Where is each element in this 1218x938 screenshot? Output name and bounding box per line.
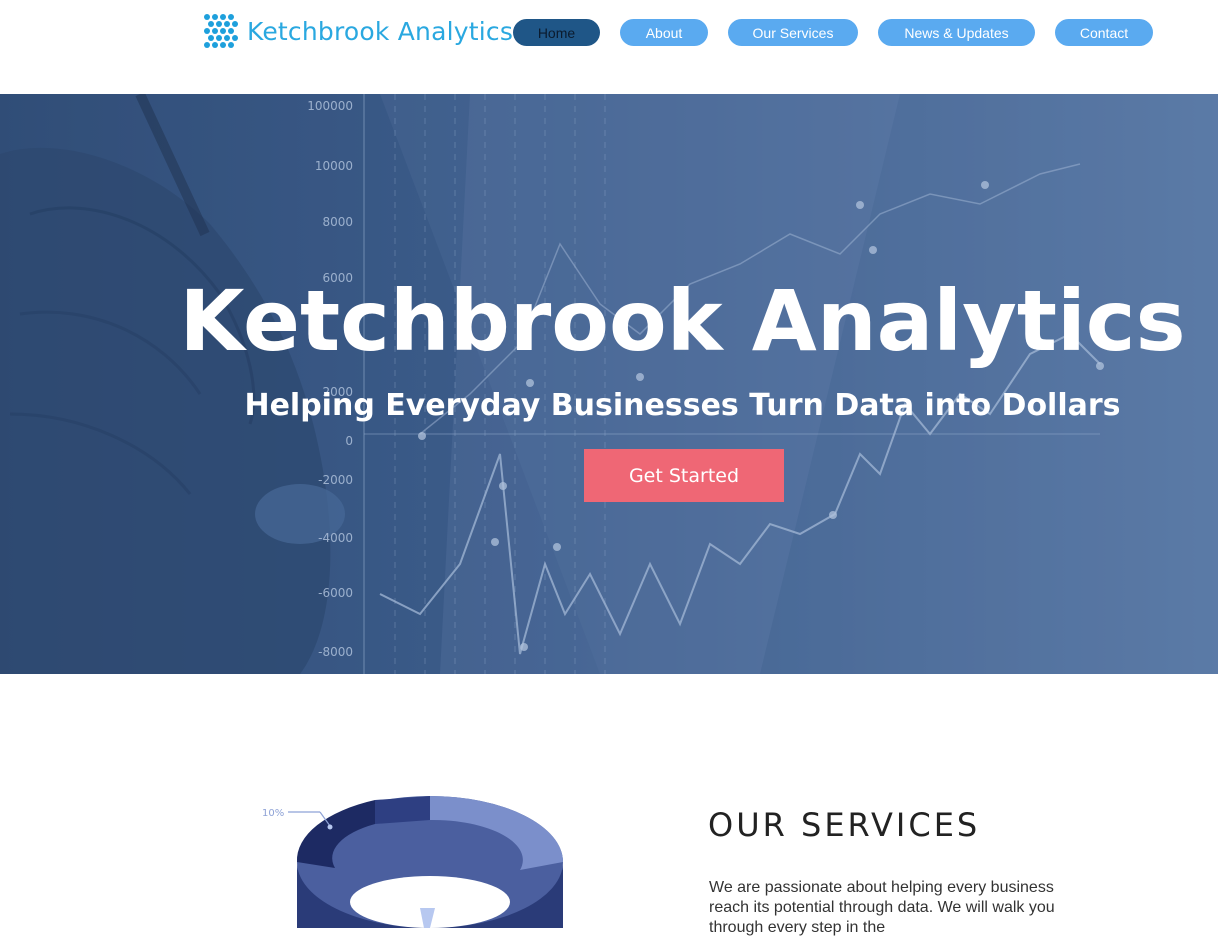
donut-chart-illustration: 10% (262, 796, 563, 928)
nav-about-button[interactable]: About (620, 19, 708, 46)
get-started-button[interactable]: Get Started (584, 449, 784, 502)
nav-news-updates-button[interactable]: News & Updates (878, 19, 1035, 46)
hero-subtitle: Helping Everyday Businesses Turn Data in… (244, 388, 1121, 423)
chart-percent-label: 10% (262, 808, 284, 819)
services-heading: OUR SERVICES (708, 806, 981, 844)
hero-section: 100000 10000 8000 6000 2000 0 -2000 -400… (0, 94, 1218, 674)
services-description: We are passionate about helping every bu… (709, 879, 1055, 936)
site-header: Ketchbrook Analytics Home About Our Serv… (0, 0, 1218, 94)
nav-our-services-button[interactable]: Our Services (728, 19, 858, 46)
nav-home-button[interactable]: Home (513, 19, 600, 46)
hero-background-image: 100000 10000 8000 6000 2000 0 -2000 -400… (0, 94, 1218, 674)
main-nav: Home About Our Services News & Updates C… (0, 19, 1218, 47)
nav-contact-button[interactable]: Contact (1055, 19, 1153, 46)
hero-title: Ketchbrook Analytics (179, 272, 1186, 370)
